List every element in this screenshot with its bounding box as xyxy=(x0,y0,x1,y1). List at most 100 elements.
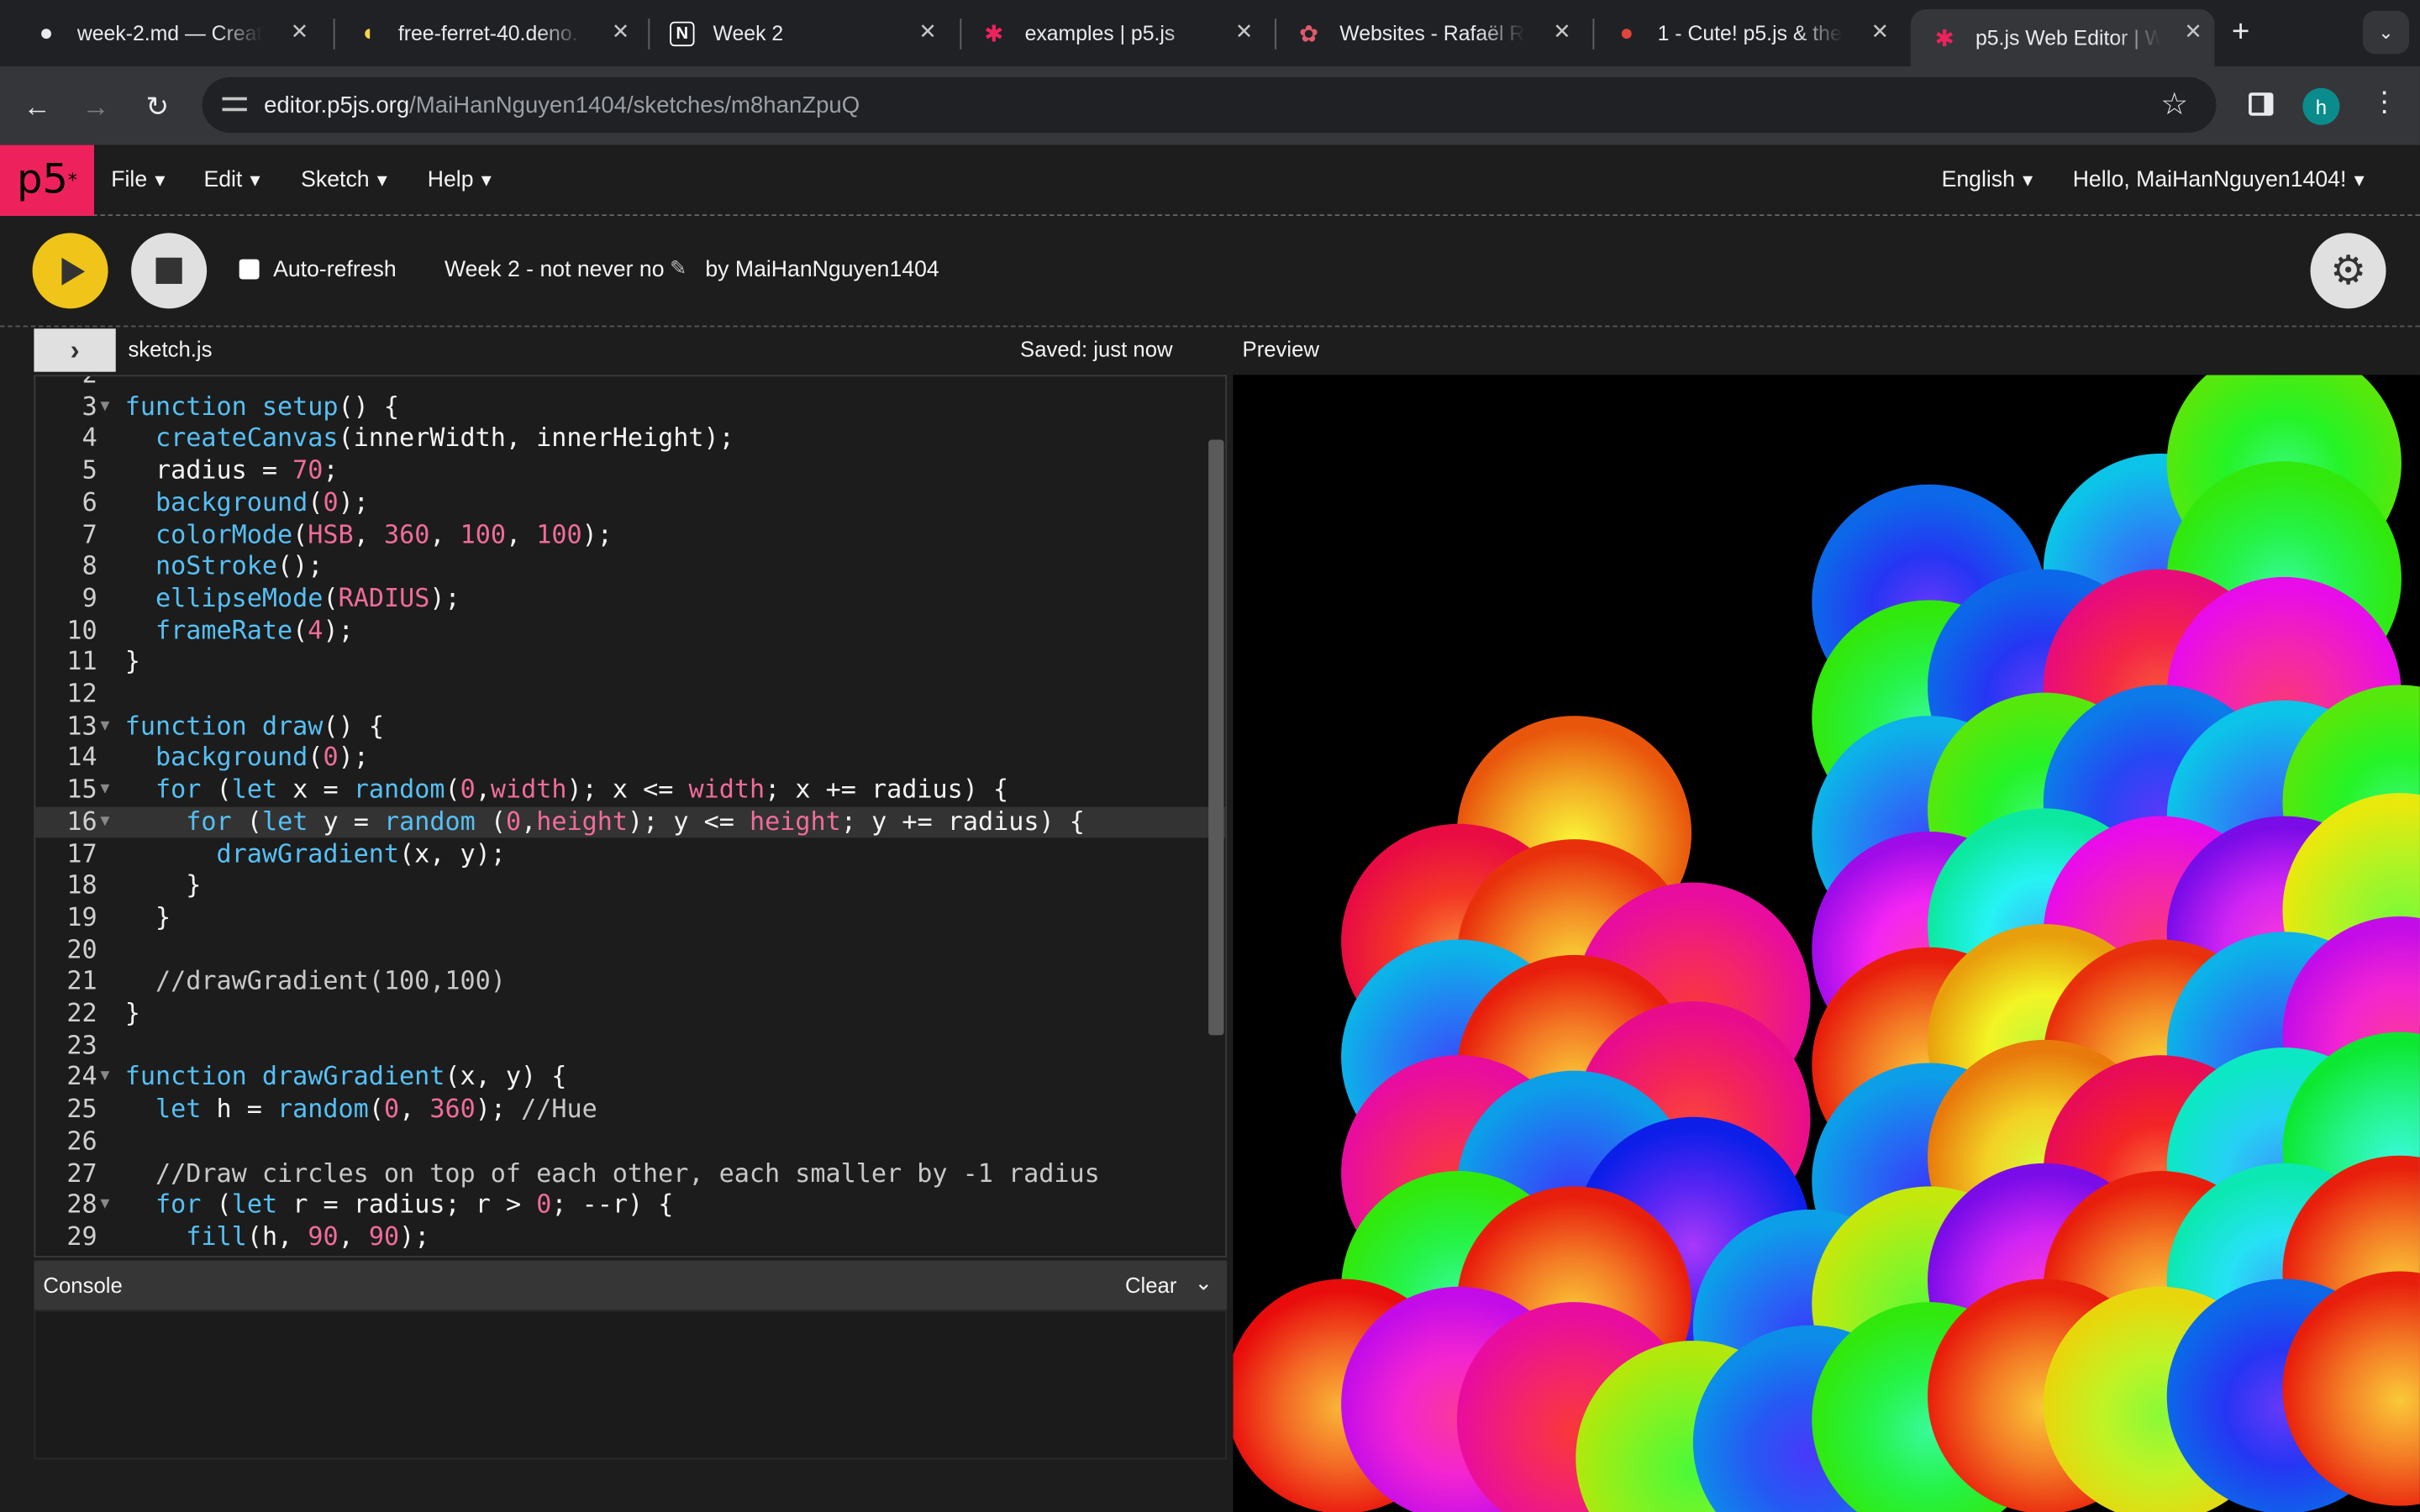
address-bar[interactable]: editor.p5js.org/MaiHanNguyen1404/sketche… xyxy=(202,76,2217,133)
close-icon[interactable]: ✕ xyxy=(291,18,309,45)
browser-tab[interactable]: N Week 2 ✕ xyxy=(648,9,949,57)
code-line[interactable]: 21 //drawGradient(100,100) xyxy=(35,966,1225,998)
code-text: frameRate(4); xyxy=(155,615,354,644)
code-line[interactable]: 5 radius = 70; xyxy=(35,455,1225,487)
editor-scrollbar[interactable] xyxy=(1208,439,1224,1036)
new-tab-button[interactable]: + xyxy=(2232,15,2249,50)
code-line[interactable]: 17 drawGradient(x, y); xyxy=(35,838,1225,870)
expand-sidebar-button[interactable]: › xyxy=(34,328,116,372)
side-panel-icon[interactable] xyxy=(2249,92,2274,116)
code-text: createCanvas(innerWidth, innerHeight); xyxy=(155,423,734,453)
close-icon[interactable]: ✕ xyxy=(1235,18,1254,45)
user-menu[interactable]: Hello, MaiHanNguyen1404! xyxy=(2073,168,2365,192)
browser-toolbar: ← → ↻ editor.p5js.org/MaiHanNguyen1404/s… xyxy=(0,66,2420,145)
console-clear-button[interactable]: Clear xyxy=(1125,1273,1176,1297)
code-line[interactable]: 12 xyxy=(35,679,1225,711)
close-icon[interactable]: ✕ xyxy=(1553,18,1571,45)
code-line[interactable]: 8 noStroke(); xyxy=(35,551,1225,583)
code-line[interactable]: 3 ▼ function setup() { xyxy=(35,391,1225,423)
bookmark-star-icon[interactable]: ☆ xyxy=(2160,85,2188,123)
code-line[interactable]: 25 let h = random(0, 360); //Hue xyxy=(35,1094,1225,1126)
browser-tab[interactable]: ● 1 - Cute! p5.js & the ✕ xyxy=(1592,9,1901,57)
sketch-preview-canvas[interactable] xyxy=(1233,375,2420,1512)
profile-avatar[interactable]: h xyxy=(2302,87,2340,125)
p5-logo[interactable]: p5 * xyxy=(0,144,95,217)
fold-arrow-icon[interactable]: ▼ xyxy=(100,391,109,423)
browser-tab[interactable]: ✿ Websites - Rafaël Ro ✕ xyxy=(1275,9,1583,57)
code-line[interactable]: 16 ▼ for (let y = random (0,height); y <=… xyxy=(35,806,1226,839)
close-icon[interactable]: ✕ xyxy=(612,18,630,45)
line-number: 20 xyxy=(66,934,97,964)
file-name: sketch.js xyxy=(128,336,213,361)
code-line[interactable]: 20 xyxy=(35,934,1225,966)
code-line[interactable]: 4 createCanvas(innerWidth, innerHeight); xyxy=(35,423,1225,455)
fold-arrow-icon[interactable]: ▼ xyxy=(100,1189,109,1221)
deno-lemon-icon: ◖ xyxy=(360,19,375,47)
auto-refresh-checkbox[interactable] xyxy=(239,259,260,280)
back-icon[interactable]: ← xyxy=(15,85,58,128)
close-icon[interactable]: ✕ xyxy=(2184,18,2202,45)
console-title: Console xyxy=(43,1273,123,1298)
menu-file[interactable]: File xyxy=(111,168,165,192)
browser-tab[interactable]: ◖ free-ferret-40.deno. ✕ xyxy=(333,9,642,57)
fold-arrow-icon[interactable]: ▼ xyxy=(100,806,109,838)
code-text: let h = random(0, 360); //Hue xyxy=(155,1094,597,1124)
code-text: fill(h, 90, 90); xyxy=(186,1221,430,1252)
tab-title: Week 2 xyxy=(713,21,784,45)
forward-icon[interactable]: → xyxy=(74,85,117,128)
code-line[interactable]: 6 background(0); xyxy=(35,487,1225,519)
settings-gear-icon[interactable]: ⚙ xyxy=(2310,233,2386,309)
code-text: noStroke(); xyxy=(155,551,324,580)
line-number: 14 xyxy=(66,743,97,773)
fold-arrow-icon[interactable]: ▼ xyxy=(100,1062,109,1094)
code-line[interactable]: 26 xyxy=(35,1126,1225,1158)
code-line[interactable]: 24 ▼ function drawGradient(x, y) { xyxy=(35,1062,1225,1094)
url-path: /MaiHanNguyen1404/sketches/m8hanZpuQ xyxy=(409,92,860,118)
code-editor[interactable]: 23▼function setup() {4 createCanvas(inne… xyxy=(34,375,1228,1257)
browser-tab[interactable]: ● week-2.md — Creati ✕ xyxy=(13,9,321,57)
fold-arrow-icon[interactable]: ▼ xyxy=(100,774,109,806)
tab-title: week-2.md — Creati xyxy=(76,21,263,45)
browser-tab[interactable]: ✱ p5.js Web Editor | W ✕ xyxy=(1910,9,2215,66)
stop-button[interactable] xyxy=(131,233,208,309)
menu-edit[interactable]: Edit xyxy=(203,168,260,192)
menu-sketch[interactable]: Sketch xyxy=(301,168,387,192)
code-line[interactable]: 23 xyxy=(35,1030,1225,1062)
code-line[interactable]: 27 //Draw circles on top of each other, … xyxy=(35,1158,1225,1189)
auto-refresh-label[interactable]: Auto-refresh xyxy=(273,258,397,282)
code-line[interactable]: 7 colorMode(HSB, 360, 100, 100); xyxy=(35,519,1225,551)
language-menu[interactable]: English xyxy=(1942,168,2033,192)
code-line[interactable]: 9 ellipseMode(RADIUS); xyxy=(35,583,1225,615)
line-number: 29 xyxy=(66,1221,97,1252)
reload-icon[interactable]: ↻ xyxy=(136,85,179,128)
code-line[interactable]: 11} xyxy=(35,647,1225,679)
code-line[interactable]: 2 xyxy=(35,376,1225,391)
code-line[interactable]: 10 frameRate(4); xyxy=(35,615,1225,647)
close-icon[interactable]: ✕ xyxy=(918,18,937,45)
chevron-down-icon[interactable]: ⌄ xyxy=(1195,1270,1213,1296)
code-line[interactable]: 22} xyxy=(35,998,1225,1030)
menu-help[interactable]: Help xyxy=(428,168,492,192)
code-line[interactable]: 15 ▼ for (let x = random(0,width); x <= w… xyxy=(35,774,1225,806)
play-button[interactable] xyxy=(32,233,108,309)
pencil-icon[interactable]: ✎ xyxy=(670,256,687,281)
tab-search-button[interactable]: ⌄ xyxy=(2362,10,2410,55)
code-line[interactable]: 18 } xyxy=(35,870,1225,902)
browser-menu-icon[interactable]: ⋮ xyxy=(2370,87,2398,119)
close-icon[interactable]: ✕ xyxy=(1871,18,1890,45)
code-line[interactable]: 28 ▼ for (let r = radius; r > 0; --r) { xyxy=(35,1189,1225,1221)
p5-asterisk-icon: ✱ xyxy=(984,20,1004,48)
code-line[interactable]: 19 } xyxy=(35,902,1225,934)
github-icon: ● xyxy=(39,19,54,47)
code-line[interactable]: 13 ▼ function draw() { xyxy=(35,711,1225,743)
line-number: 16 xyxy=(66,806,97,837)
site-settings-icon[interactable] xyxy=(222,94,247,116)
line-number: 9 xyxy=(82,583,97,612)
browser-tab[interactable]: ✱ examples | p5.js ✕ xyxy=(960,9,1265,57)
p5-nav-bar: p5* File Edit Sketch Help English Hello,… xyxy=(0,144,2420,217)
code-line[interactable]: 29 fill(h, 90, 90); xyxy=(35,1221,1225,1253)
sketch-name[interactable]: Week 2 - not never no xyxy=(445,258,665,282)
line-number: 8 xyxy=(82,551,97,580)
fold-arrow-icon[interactable]: ▼ xyxy=(100,711,109,743)
code-line[interactable]: 14 background(0); xyxy=(35,743,1225,774)
